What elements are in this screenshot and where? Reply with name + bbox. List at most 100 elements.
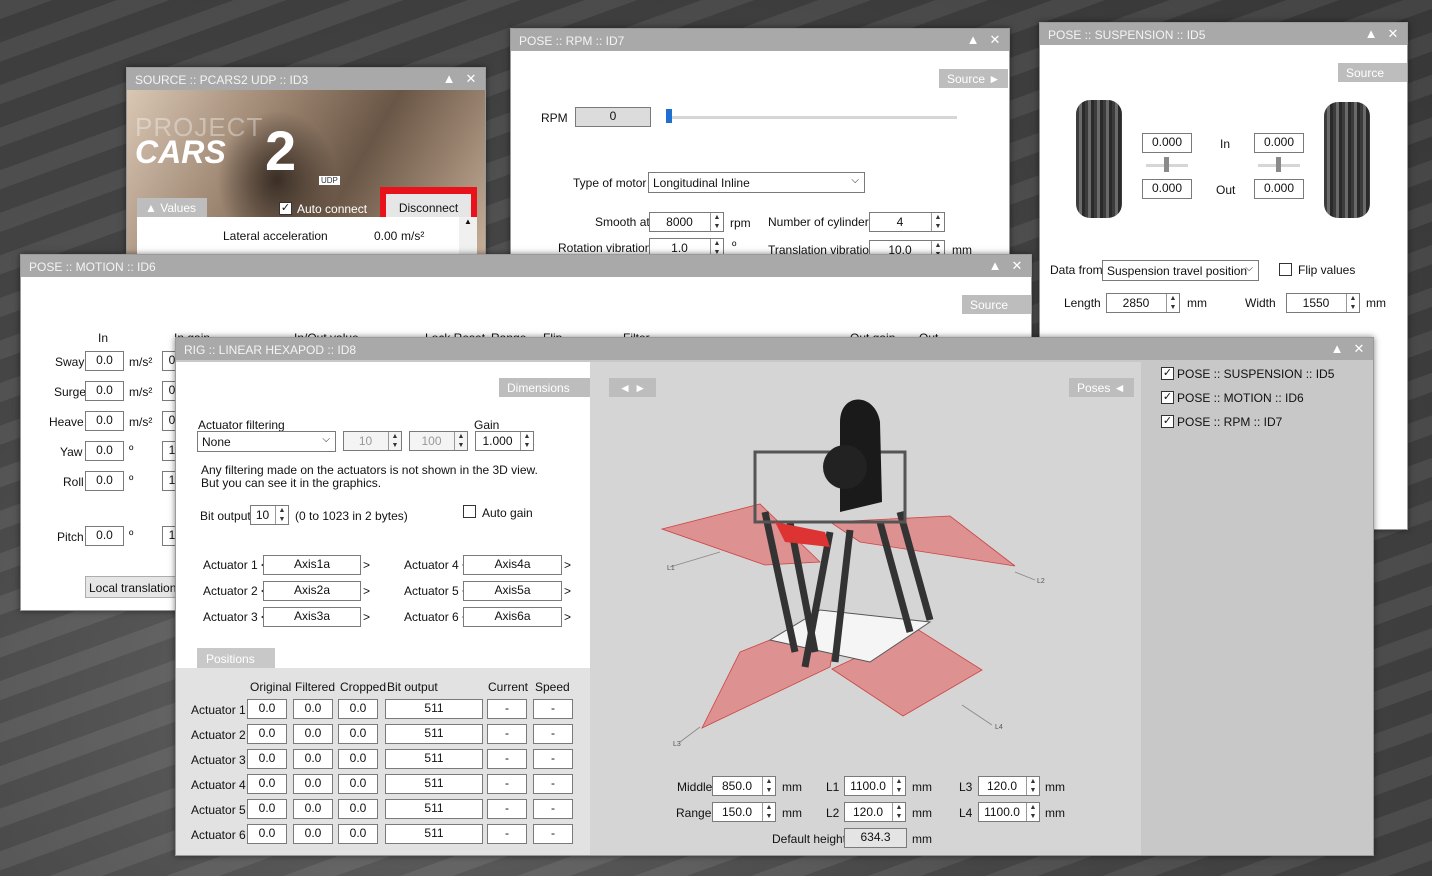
l3-stepper[interactable]: 120.0 ▲ ▼: [978, 776, 1040, 796]
collapse-icon[interactable]: ▲: [1363, 26, 1379, 42]
position-cell-f: 0.0: [293, 824, 333, 844]
smooth-label: Smooth at: [595, 215, 650, 229]
motion-row-value: 0.0: [85, 411, 124, 431]
motion-row-value: 0.0: [85, 526, 124, 546]
position-cell-spd: -: [533, 724, 573, 744]
rpm-title: POSE :: RPM :: ID7 ▲ ✕: [511, 29, 1009, 51]
filter-select[interactable]: None ⌵: [197, 431, 336, 452]
l3-label: L3: [959, 780, 973, 794]
position-row-label: Actuator 3: [191, 753, 246, 767]
l2-unit: mm: [912, 806, 932, 820]
actuator-label: Actuator 1 <: [203, 558, 269, 572]
value-row-value: 0.00: [374, 229, 398, 243]
actuator-axis-input[interactable]: Axis1a: [263, 555, 361, 575]
position-cell-spd: -: [533, 699, 573, 719]
motor-type-select[interactable]: Longitudinal Inline ⌵: [648, 172, 865, 193]
motion-row-label: Surge: [54, 385, 87, 399]
auto-gain-label: Auto gain: [482, 506, 533, 520]
position-cell-b: 511: [385, 824, 483, 844]
position-cell-spd: -: [533, 749, 573, 769]
close-icon[interactable]: ✕: [1351, 341, 1367, 357]
gain-stepper[interactable]: 1.000 ▲ ▼: [475, 431, 534, 451]
position-cell-cur: -: [487, 699, 527, 719]
position-cell-f: 0.0: [293, 749, 333, 769]
collapse-icon[interactable]: ▲: [965, 32, 981, 48]
range-stepper[interactable]: 150.0 ▲ ▼: [712, 802, 776, 822]
width-stepper[interactable]: 1550 ▲ ▼: [1286, 293, 1360, 313]
source-window: SOURCE :: PCARS2 UDP :: ID3 ▲ ✕ PROJECT …: [126, 67, 486, 257]
rpm-slider-thumb[interactable]: [666, 109, 672, 123]
window-title: POSE :: SUSPENSION :: ID5: [1048, 28, 1206, 42]
motion-row-label: Sway: [55, 355, 85, 369]
rpm-window: POSE :: RPM :: ID7 ▲ ✕ Source ► RPM 0 Ty…: [510, 28, 1010, 258]
actuator-axis-input[interactable]: Axis5a: [463, 581, 562, 601]
bit-output-stepper[interactable]: 10 ▲ ▼: [250, 505, 289, 525]
right-slider-thumb[interactable]: [1276, 157, 1281, 172]
range-unit: mm: [782, 806, 802, 820]
position-cell-f: 0.0: [293, 724, 333, 744]
pose-checkbox[interactable]: ✓: [1161, 391, 1174, 404]
actuator-axis-input[interactable]: Axis3a: [263, 607, 361, 627]
window-title: POSE :: RPM :: ID7: [519, 34, 625, 48]
close-icon[interactable]: ✕: [987, 32, 1003, 48]
flip-values-checkbox[interactable]: [1279, 263, 1292, 276]
position-cell-spd: -: [533, 774, 573, 794]
values-panel: Lateral acceleration 0.00 m/s² ▲: [137, 217, 477, 256]
auto-gain-checkbox[interactable]: [463, 505, 476, 518]
range-label: Range: [676, 806, 712, 820]
values-scrollbar[interactable]: ▲: [459, 217, 477, 256]
position-cell-spd: -: [533, 824, 573, 844]
l4-stepper[interactable]: 1100.0 ▲ ▼: [978, 802, 1040, 822]
smooth-unit: rpm: [730, 216, 751, 230]
gain-label: Gain: [474, 418, 500, 432]
header-speed: Speed: [535, 680, 570, 694]
header-bit-output: Bit output: [387, 680, 438, 694]
motion-row-value: 0.0: [85, 441, 124, 461]
smooth-stepper[interactable]: 8000 ▲ ▼: [649, 212, 724, 232]
filter-param-1[interactable]: 10 ▲ ▼: [343, 431, 402, 451]
collapse-icon[interactable]: ▲: [441, 71, 457, 87]
position-cell-c: 0.0: [338, 699, 378, 719]
values-tab[interactable]: ▲ Values: [137, 198, 207, 217]
default-height-value: 634.3: [844, 828, 907, 848]
left-slider-thumb[interactable]: [1164, 157, 1169, 172]
close-icon[interactable]: ✕: [1009, 258, 1025, 274]
close-icon[interactable]: ✕: [463, 71, 479, 87]
dimensions-button[interactable]: Dimensions ◄: [499, 378, 590, 409]
source-button[interactable]: Source ►: [962, 295, 1031, 326]
collapse-icon[interactable]: ▲: [1329, 341, 1345, 357]
source-button[interactable]: Source ►: [939, 69, 1009, 88]
actuator-axis-input[interactable]: Axis2a: [263, 581, 361, 601]
actuator-axis-input[interactable]: Axis6a: [463, 607, 562, 627]
l3-unit: mm: [1045, 780, 1065, 794]
cylinders-stepper[interactable]: 4 ▲ ▼: [869, 212, 945, 232]
value-row-label: Lateral acceleration: [223, 229, 328, 243]
actuator-axis-input[interactable]: Axis4a: [463, 555, 562, 575]
suspension-front-left-in: 0.000: [1142, 133, 1192, 153]
local-translation-button[interactable]: Local translation: [85, 576, 185, 598]
middle-unit: mm: [782, 780, 802, 794]
position-cell-c: 0.0: [338, 774, 378, 794]
source-button[interactable]: Source ►: [1338, 63, 1407, 94]
position-cell-b: 511: [385, 749, 483, 769]
position-cell-cur: -: [487, 799, 527, 819]
l1-stepper[interactable]: 1100.0 ▲ ▼: [844, 776, 906, 796]
motion-row-unit: º: [129, 528, 134, 542]
positions-tab[interactable]: Positions ▲: [197, 648, 275, 680]
close-icon[interactable]: ✕: [1385, 26, 1401, 42]
pose-label: POSE :: SUSPENSION :: ID5: [1177, 367, 1335, 381]
collapse-icon[interactable]: ▲: [987, 258, 1003, 274]
pose-checkbox[interactable]: ✓: [1161, 415, 1174, 428]
length-stepper[interactable]: 2850 ▲ ▼: [1106, 293, 1180, 313]
middle-stepper[interactable]: 850.0 ▲ ▼: [712, 776, 776, 796]
actuator-gt: >: [564, 610, 572, 624]
rpm-slider-track[interactable]: [667, 116, 957, 119]
auto-connect-checkbox[interactable]: ✓: [279, 202, 292, 215]
pose-checkbox[interactable]: ✓: [1161, 367, 1174, 380]
steering-wheel: [823, 445, 867, 489]
data-from-select[interactable]: Suspension travel position ⌵: [1102, 260, 1259, 281]
l2-stepper[interactable]: 120.0 ▲ ▼: [844, 802, 906, 822]
data-from-label: Data from: [1050, 263, 1103, 277]
filter-param-2[interactable]: 100 ▲ ▼: [409, 431, 468, 451]
3d-view[interactable]: ◄ ► Poses ◄ L1 L2 L3 L4 Middle 850.0 ▲ ▼…: [590, 362, 1141, 855]
